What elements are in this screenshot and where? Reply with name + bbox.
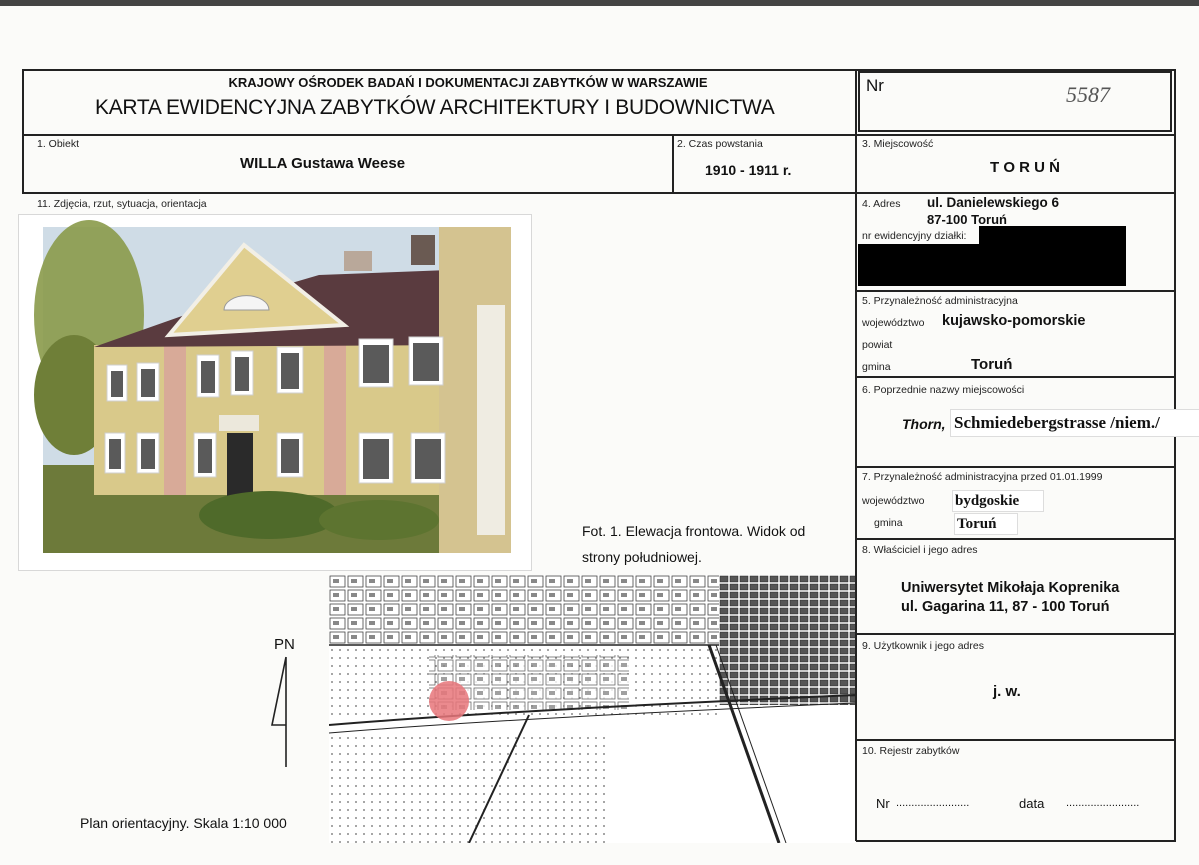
uzytkownik-label: 9. Użytkownik i jego adres: [862, 640, 984, 652]
miejscowosc-label: 3. Miejscowość: [862, 138, 934, 150]
obiekt-label: 1. Obiekt: [37, 138, 80, 150]
woj1999-value: bydgoskie: [952, 490, 1044, 512]
rejestr-dots2: ........................: [1066, 797, 1140, 809]
nr-value: 5587: [1066, 82, 1110, 107]
form-title: KARTA EWIDENCYJNA ZABYTKÓW ARCHITEKTURY …: [95, 96, 775, 119]
powiat-label: powiat: [862, 339, 893, 351]
row1-bottom-line: [22, 192, 1176, 194]
redaction-bar: [979, 226, 1126, 246]
scan-edge: [0, 0, 1199, 6]
redaction-block: [858, 244, 1126, 286]
wojewodztwo-label: województwo: [862, 317, 925, 329]
rejestr-label: 10. Rejestr zabytków: [862, 745, 960, 757]
wlasciciel-line1: Uniwersytet Mikołaja Koprenika: [901, 580, 1120, 596]
frame-left: [22, 69, 24, 193]
wlasciciel-line2: ul. Gagarina 11, 87 - 100 Toruń: [901, 599, 1110, 615]
sec6-top: [856, 376, 1176, 378]
institution-name: KRAJOWY OŚRODEK BADAŃ I DOKUMENTACJI ZAB…: [228, 75, 708, 90]
wojewodztwo-value: kujawsko-pomorskie: [942, 313, 1086, 329]
sec8-top: [856, 538, 1176, 540]
poprzednie-thorn: Thorn,: [902, 416, 946, 432]
czas-divider: [672, 134, 674, 193]
photo-caption-line1: Fot. 1. Elewacja frontowa. Widok od: [582, 523, 806, 539]
sec5-top: [856, 290, 1176, 292]
adres-line2: 87-100 Toruń: [927, 212, 1007, 227]
north-label: PN: [274, 636, 295, 653]
gmina-value: Toruń: [971, 356, 1013, 373]
north-arrow-icon: [271, 656, 287, 767]
gmina1999-label: gmina: [874, 517, 903, 529]
nr-box: [858, 71, 1172, 132]
orientation-map: [329, 575, 855, 843]
photo-caption-line2: strony południowej.: [582, 549, 702, 565]
poprzednie-label: 6. Poprzednie nazwy miejscowości: [862, 384, 1025, 396]
sec7-top: [856, 466, 1176, 468]
miejscowosc-value: T O R U Ń: [990, 159, 1060, 176]
uzytkownik-value: j. w.: [993, 683, 1021, 700]
rejestr-data-label: data: [1019, 796, 1045, 811]
gmina1999-value: Toruń: [954, 513, 1018, 535]
czas-label: 2. Czas powstania: [677, 138, 763, 150]
przed1999-label: 7. Przynależność administracyjna przed 0…: [862, 471, 1103, 483]
wlasciciel-label: 8. Właściciel i jego adres: [862, 544, 978, 556]
sec9-top: [856, 633, 1176, 635]
record-card: KRAJOWY OŚRODEK BADAŃ I DOKUMENTACJI ZAB…: [0, 0, 1199, 865]
sec10-top: [856, 739, 1176, 741]
location-marker: [429, 681, 469, 721]
obiekt-value: WILLA Gustawa Weese: [240, 155, 406, 172]
frame-bottom: [856, 840, 1176, 842]
frame-right: [1174, 69, 1176, 841]
adres-label: 4. Adres: [862, 198, 901, 210]
czas-value: 1910 - 1911 r.: [705, 162, 792, 178]
villa-photo: [18, 214, 532, 571]
zdjecia-label: 11. Zdjęcia, rzut, sytuacja, orientacja: [37, 198, 207, 210]
poprzednie-street: Schmiedebergstrasse /niem./: [950, 409, 1199, 437]
dzialki-label: nr ewidencyjny działki:: [862, 230, 967, 242]
plan-caption: Plan orientacyjny. Skala 1:10 000: [80, 815, 287, 831]
header-bottom-line: [22, 134, 1176, 136]
przynaleznosc-label: 5. Przynależność administracyjna: [862, 295, 1018, 307]
nr-label: Nr: [866, 76, 884, 95]
rejestr-dots1: ........................: [896, 797, 970, 809]
woj1999-label: województwo: [862, 495, 925, 507]
gmina-label: gmina: [862, 361, 891, 373]
column-divider: [855, 69, 857, 841]
adres-line1: ul. Danielewskiego 6: [927, 195, 1060, 210]
rejestr-nr-label: Nr: [876, 796, 890, 811]
